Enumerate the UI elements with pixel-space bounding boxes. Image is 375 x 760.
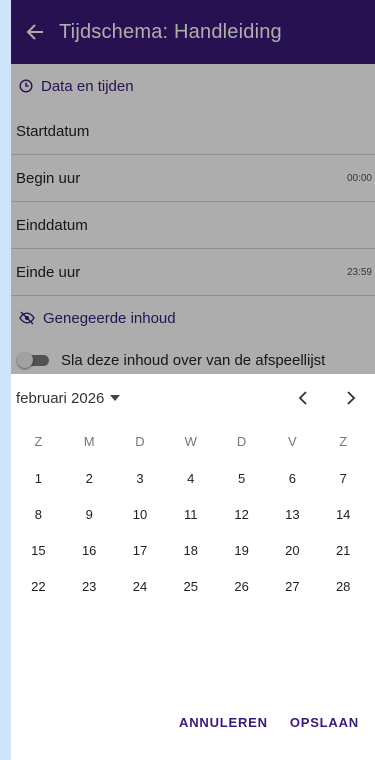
save-button[interactable]: OPSLAAN <box>282 709 367 736</box>
modal-scrim[interactable] <box>11 0 375 374</box>
caret-down-icon <box>110 394 121 402</box>
date-picker-sheet: februari 2026 Z M D W D V Z 1 2 3 4 5 6 … <box>11 374 375 760</box>
month-label: februari 2026 <box>16 389 105 407</box>
weekday-header: W <box>184 433 197 449</box>
calendar-day[interactable]: 25 <box>165 568 216 604</box>
calendar-day[interactable]: 20 <box>267 532 318 568</box>
weekday-header: V <box>288 433 297 449</box>
weekday-header: D <box>236 433 247 449</box>
cancel-button[interactable]: ANNULEREN <box>171 709 276 736</box>
picker-actions: ANNULEREN OPSLAAN <box>165 709 367 736</box>
calendar-day[interactable]: 8 <box>13 496 64 532</box>
calendar-day[interactable]: 22 <box>13 568 64 604</box>
calendar-day[interactable]: 5 <box>216 460 267 496</box>
picker-header: februari 2026 <box>11 374 375 422</box>
chevron-left-icon[interactable] <box>279 378 327 418</box>
calendar-day[interactable]: 2 <box>64 460 115 496</box>
calendar-day[interactable]: 21 <box>318 532 369 568</box>
chevron-right-icon[interactable] <box>327 378 375 418</box>
calendar-day[interactable]: 6 <box>267 460 318 496</box>
calendar-day[interactable]: 18 <box>165 532 216 568</box>
calendar-day[interactable]: 13 <box>267 496 318 532</box>
calendar-day[interactable]: 7 <box>318 460 369 496</box>
phone-screen: Tijdschema: Handleiding Data en tijden S… <box>11 0 375 760</box>
month-selector[interactable]: februari 2026 <box>16 389 121 407</box>
weekday-header: Z <box>339 433 348 449</box>
calendar-day[interactable]: 27 <box>267 568 318 604</box>
weekday-header: M <box>83 433 95 449</box>
calendar-day[interactable]: 1 <box>13 460 64 496</box>
calendar-day[interactable]: 26 <box>216 568 267 604</box>
calendar-day[interactable]: 28 <box>318 568 369 604</box>
calendar-day[interactable]: 15 <box>13 532 64 568</box>
calendar-grid: Z M D W D V Z 1 2 3 4 5 6 7 8 9 10 11 12… <box>11 422 375 604</box>
calendar-day[interactable]: 3 <box>115 460 166 496</box>
month-navigation <box>279 378 375 418</box>
weekday-header: Z <box>34 433 43 449</box>
calendar-day[interactable]: 11 <box>165 496 216 532</box>
calendar-day[interactable]: 9 <box>64 496 115 532</box>
calendar-day[interactable]: 17 <box>115 532 166 568</box>
calendar-day[interactable]: 10 <box>115 496 166 532</box>
calendar-day[interactable]: 16 <box>64 532 115 568</box>
calendar-day[interactable]: 4 <box>165 460 216 496</box>
calendar-day[interactable]: 14 <box>318 496 369 532</box>
weekday-header: D <box>135 433 145 449</box>
calendar-day[interactable]: 12 <box>216 496 267 532</box>
calendar-day[interactable]: 23 <box>64 568 115 604</box>
calendar-day[interactable]: 19 <box>216 532 267 568</box>
calendar-day[interactable]: 24 <box>115 568 166 604</box>
